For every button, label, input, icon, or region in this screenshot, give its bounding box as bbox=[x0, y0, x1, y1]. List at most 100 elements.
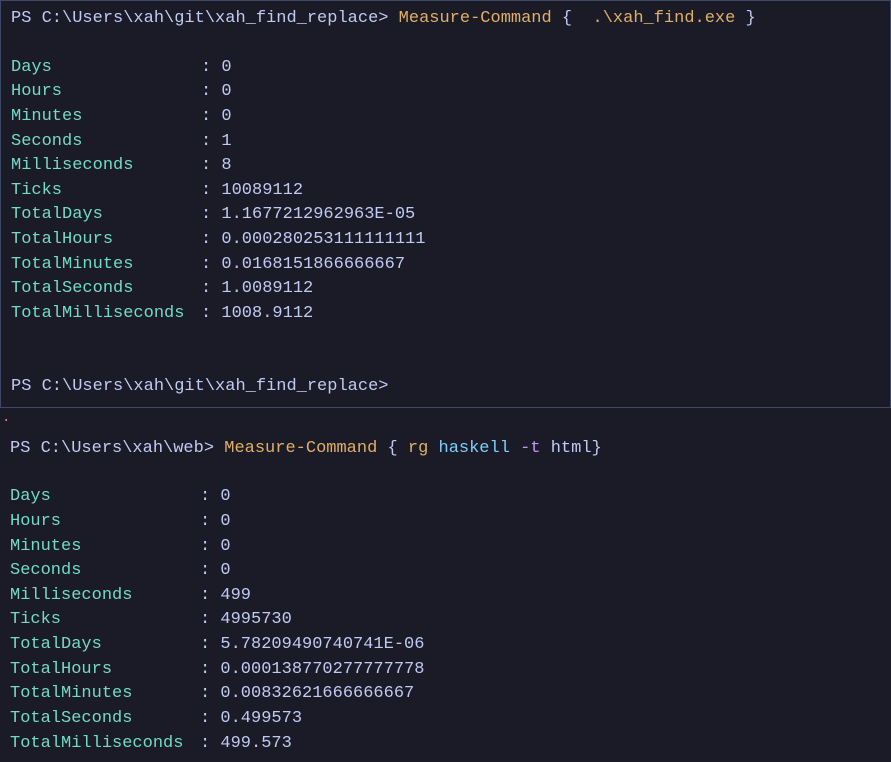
blank-line bbox=[11, 327, 880, 351]
prop-value: 0.0168151866666667 bbox=[221, 253, 405, 278]
prop-name: TotalSeconds bbox=[10, 707, 200, 732]
prop-value: 5.78209490740741E-06 bbox=[220, 633, 424, 658]
output-row: Hours: 0 bbox=[10, 510, 881, 535]
prop-value: 0 bbox=[220, 485, 230, 510]
prop-name: Ticks bbox=[10, 608, 200, 633]
output-row: TotalHours: 0.000138770277777778 bbox=[10, 658, 881, 683]
prop-name: TotalHours bbox=[10, 658, 200, 683]
colon: : bbox=[200, 633, 220, 658]
prop-name: TotalMinutes bbox=[11, 253, 201, 278]
output-row: TotalSeconds: 1.0089112 bbox=[11, 277, 880, 302]
output-row: Seconds: 1 bbox=[11, 130, 880, 155]
colon: : bbox=[200, 584, 220, 609]
output-row: TotalMinutes: 0.0168151866666667 bbox=[11, 253, 880, 278]
output-row: TotalHours: 0.000280253111111111 bbox=[11, 228, 880, 253]
output-row: TotalMilliseconds: 499.573 bbox=[10, 732, 881, 757]
blank-line bbox=[11, 351, 880, 375]
colon: : bbox=[200, 658, 220, 683]
prompt-path: C:\Users\xah\git\xah_find_replace> bbox=[42, 9, 399, 28]
prop-value: 0.000138770277777778 bbox=[220, 658, 424, 683]
prop-value: 1 bbox=[221, 130, 231, 155]
colon: : bbox=[201, 179, 221, 204]
prop-name: TotalMinutes bbox=[10, 682, 200, 707]
prop-name: Milliseconds bbox=[10, 584, 200, 609]
colon: : bbox=[200, 485, 220, 510]
command-line-3: PS C:\Users\xah\web> Measure-Command { r… bbox=[10, 437, 881, 462]
output-row: TotalSeconds: 0.499573 bbox=[10, 707, 881, 732]
command-line-2: PS C:\Users\xah\git\xah_find_replace> bbox=[11, 375, 880, 400]
colon: : bbox=[201, 302, 221, 327]
output-row: Days: 0 bbox=[10, 485, 881, 510]
flag-t: -t bbox=[520, 439, 540, 458]
prop-value: 4995730 bbox=[220, 608, 291, 633]
prop-value: 0.000280253111111111 bbox=[221, 228, 425, 253]
brace-close: } bbox=[592, 439, 602, 458]
colon: : bbox=[201, 105, 221, 130]
prop-name: Seconds bbox=[11, 130, 201, 155]
colon: : bbox=[201, 203, 221, 228]
cmdlet-name: Measure-Command bbox=[224, 439, 377, 458]
artifact-dot: . bbox=[0, 408, 891, 428]
prop-name: Minutes bbox=[10, 535, 200, 560]
output-row: TotalDays: 1.1677212962963E-05 bbox=[11, 203, 880, 228]
arg-haskell: haskell bbox=[428, 439, 520, 458]
prop-name: Seconds bbox=[10, 559, 200, 584]
prop-name: Ticks bbox=[11, 179, 201, 204]
prompt-path: C:\Users\xah\web> bbox=[41, 439, 225, 458]
prompt-ps: PS bbox=[10, 439, 41, 458]
colon: : bbox=[200, 535, 220, 560]
colon: : bbox=[201, 130, 221, 155]
brace-open: { bbox=[552, 9, 593, 28]
prop-name: Hours bbox=[10, 510, 200, 535]
prop-name: TotalMilliseconds bbox=[10, 732, 200, 757]
prop-value: 1008.9112 bbox=[221, 302, 313, 327]
prop-name: TotalSeconds bbox=[11, 277, 201, 302]
brace-close: } bbox=[735, 9, 755, 28]
output-row: TotalMinutes: 0.00832621666666667 bbox=[10, 682, 881, 707]
prop-name: TotalHours bbox=[11, 228, 201, 253]
colon: : bbox=[201, 80, 221, 105]
prop-value: 499.573 bbox=[220, 732, 291, 757]
colon: : bbox=[200, 608, 220, 633]
prop-value: 10089112 bbox=[221, 179, 303, 204]
colon: : bbox=[200, 510, 220, 535]
prop-value: 0 bbox=[221, 56, 231, 81]
prop-value: 0 bbox=[221, 80, 231, 105]
prop-name: TotalMilliseconds bbox=[11, 302, 201, 327]
prompt-ps: PS bbox=[11, 377, 42, 396]
colon: : bbox=[201, 154, 221, 179]
command-line-1: PS C:\Users\xah\git\xah_find_replace> Me… bbox=[11, 7, 880, 32]
executable-name: .\xah_find.exe bbox=[593, 9, 736, 28]
output-row: Seconds: 0 bbox=[10, 559, 881, 584]
output-row: Minutes: 0 bbox=[10, 535, 881, 560]
prompt-path: C:\Users\xah\git\xah_find_replace> bbox=[42, 377, 389, 396]
prop-value: 1.1677212962963E-05 bbox=[221, 203, 415, 228]
output-block-2: Days: 0 Hours: 0 Minutes: 0 Seconds: 0 M… bbox=[10, 485, 881, 756]
colon: : bbox=[201, 253, 221, 278]
output-row: TotalDays: 5.78209490740741E-06 bbox=[10, 633, 881, 658]
prop-name: Days bbox=[10, 485, 200, 510]
prompt-ps: PS bbox=[11, 9, 42, 28]
prop-name: Hours bbox=[11, 80, 201, 105]
prop-value: 8 bbox=[221, 154, 231, 179]
output-row: Days: 0 bbox=[11, 56, 880, 81]
output-row: Ticks: 4995730 bbox=[10, 608, 881, 633]
command-rg: rg bbox=[408, 439, 428, 458]
colon: : bbox=[200, 707, 220, 732]
prop-name: Days bbox=[11, 56, 201, 81]
colon: : bbox=[201, 228, 221, 253]
prop-name: TotalDays bbox=[11, 203, 201, 228]
terminal-pane-1[interactable]: PS C:\Users\xah\git\xah_find_replace> Me… bbox=[0, 0, 891, 408]
output-row: Hours: 0 bbox=[11, 80, 880, 105]
prop-name: Milliseconds bbox=[11, 154, 201, 179]
prop-name: TotalDays bbox=[10, 633, 200, 658]
prop-value: 499 bbox=[220, 584, 251, 609]
prop-value: 0 bbox=[220, 559, 230, 584]
cmdlet-name: Measure-Command bbox=[399, 9, 552, 28]
output-row: Milliseconds: 499 bbox=[10, 584, 881, 609]
terminal-pane-2[interactable]: PS C:\Users\xah\web> Measure-Command { r… bbox=[0, 429, 891, 762]
prop-value: 0 bbox=[221, 105, 231, 130]
arg-html: html bbox=[541, 439, 592, 458]
prop-name: Minutes bbox=[11, 105, 201, 130]
output-row: Milliseconds: 8 bbox=[11, 154, 880, 179]
